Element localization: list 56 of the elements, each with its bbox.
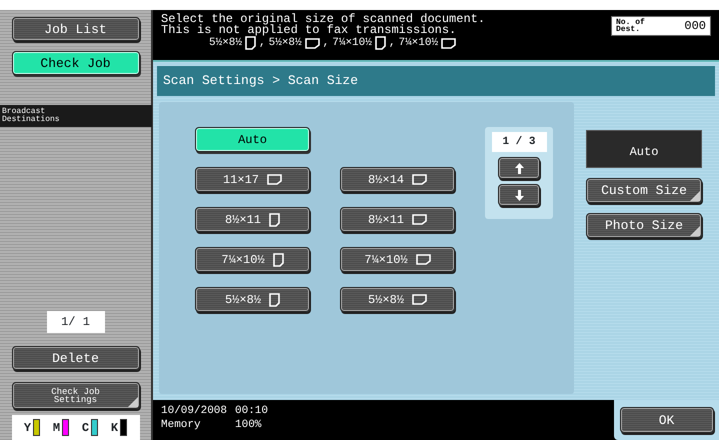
separator-text: ,: [322, 38, 330, 48]
paper-size-text: 7¼×10½: [398, 38, 438, 48]
memory-label: Memory: [161, 420, 202, 433]
separator-text: ,: [259, 38, 266, 48]
delete-button[interactable]: Delete: [12, 346, 140, 370]
landscape-paper-icon: [412, 294, 427, 305]
landscape-paper-icon: [304, 38, 320, 48]
portrait-paper-icon: [269, 292, 280, 306]
paper-size-button[interactable]: 5½×8½: [340, 287, 455, 312]
paper-size-button[interactable]: 5½×8½: [195, 287, 310, 312]
side-menu-button[interactable]: Job List: [12, 17, 140, 41]
auto-size-button[interactable]: Auto: [195, 127, 310, 152]
side-menu-button[interactable]: Check Job: [12, 51, 140, 75]
destination-count: 000: [684, 20, 706, 32]
down-arrow-icon: [514, 190, 524, 200]
paper-size-button[interactable]: 8½×11: [195, 207, 310, 232]
paper-size-text: 7¼×10½: [332, 38, 372, 48]
toner-label: K: [110, 420, 118, 434]
breadcrumb: Scan Settings > Scan Size: [157, 66, 715, 96]
page-indicator: 1 / 3: [492, 132, 546, 152]
page-counter: 1/ 1: [46, 311, 104, 333]
separator-text: ,: [388, 38, 396, 48]
scroll-down-button[interactable]: [498, 184, 540, 206]
landscape-paper-icon: [267, 174, 282, 185]
landscape-paper-icon: [441, 38, 456, 48]
portrait-paper-icon: [272, 252, 284, 266]
toner-label: M: [52, 420, 60, 434]
paper-size-button[interactable]: 11×17: [195, 167, 310, 192]
paper-size-button[interactable]: 7¼×10½: [195, 247, 310, 272]
landscape-paper-icon: [412, 214, 427, 225]
size-option-button[interactable]: Photo Size: [586, 213, 702, 238]
paper-size-button[interactable]: 7¼×10½: [340, 247, 455, 272]
destination-count-label: No. of Dest.: [616, 19, 646, 33]
portrait-paper-icon: [245, 36, 256, 50]
landscape-paper-icon: [412, 174, 427, 185]
current-size-display: Auto: [586, 130, 702, 168]
time-text: 00:10: [235, 406, 268, 419]
ok-button[interactable]: OK: [620, 407, 714, 433]
paper-size-button[interactable]: 8½×14: [340, 167, 455, 192]
up-arrow-icon: [514, 162, 524, 174]
scroll-up-button[interactable]: [498, 157, 540, 179]
check-job-settings-button[interactable]: Check Job Settings: [12, 382, 140, 409]
date-text: 10/09/2008: [161, 406, 228, 419]
memory-value: 100%: [235, 420, 262, 433]
section-header: Broadcast Destinations: [0, 105, 152, 127]
paper-size-button[interactable]: 8½×11: [340, 207, 455, 232]
landscape-paper-icon: [416, 254, 431, 265]
instruction-text: This is not applied to fax transmissions.: [161, 25, 458, 36]
portrait-paper-icon: [269, 212, 280, 226]
portrait-paper-icon: [374, 36, 386, 50]
toner-label: C: [82, 420, 90, 434]
paper-size-text: 5½×8½: [268, 38, 302, 48]
toner-label: Y: [24, 420, 32, 434]
size-option-button[interactable]: Custom Size: [586, 178, 702, 203]
paper-size-text: 5½×8½: [209, 38, 242, 48]
instruction-text: Select the original size of scanned document.: [161, 14, 486, 25]
